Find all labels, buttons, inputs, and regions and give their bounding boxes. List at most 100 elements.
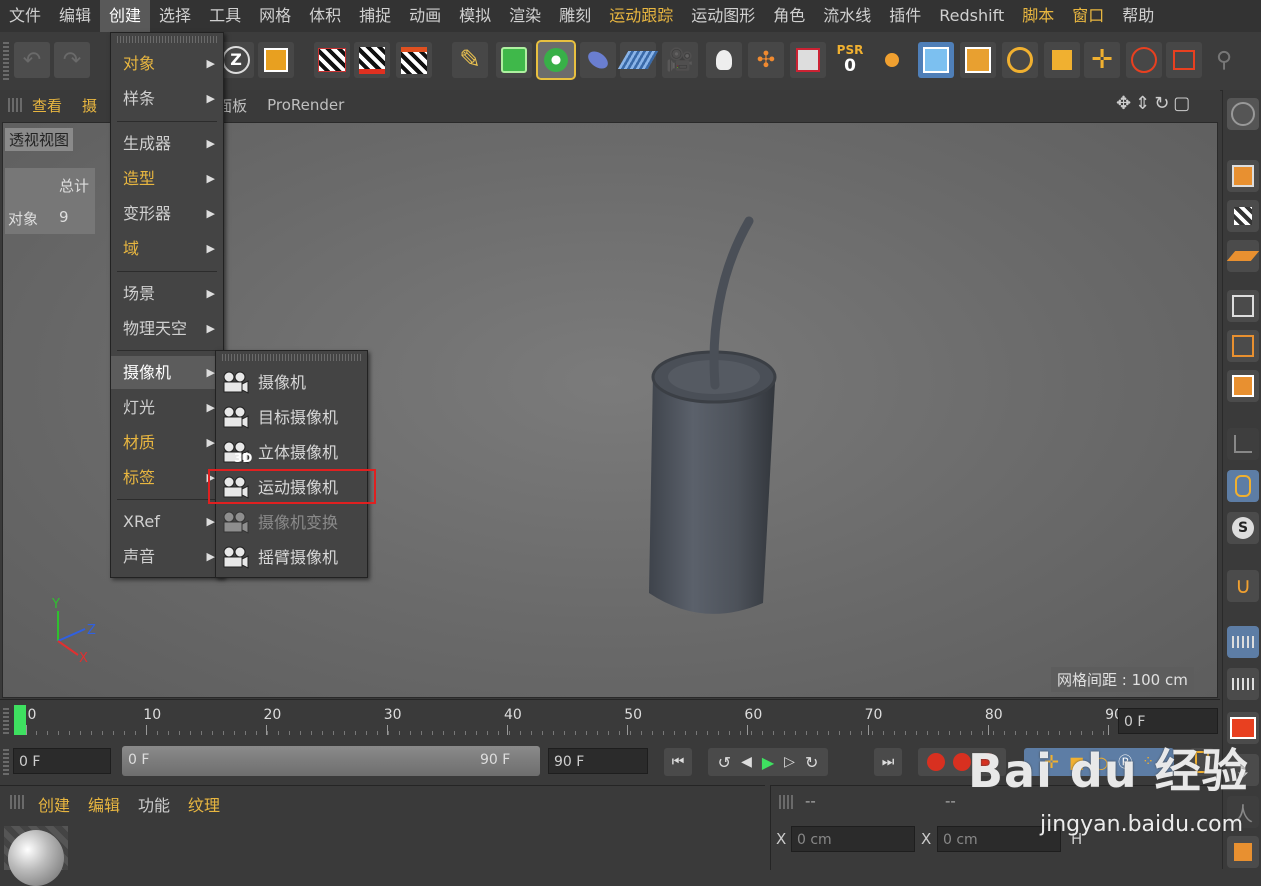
create-menu-item[interactable]: 样条 ▶: [111, 82, 223, 115]
menubar-item-2[interactable]: 创建: [100, 0, 151, 32]
menubar-item-13[interactable]: 运动图形: [682, 0, 764, 32]
dolly-icon[interactable]: ⇕: [1135, 93, 1154, 114]
floor-button[interactable]: [617, 42, 659, 78]
menubar-item-0[interactable]: 文件: [0, 0, 50, 32]
create-menu-item[interactable]: 造型 ▶: [111, 162, 223, 195]
menubar-item-8[interactable]: 动画: [400, 0, 450, 32]
planar-workplane-button[interactable]: [1227, 668, 1259, 700]
menubar-item-20[interactable]: 帮助: [1113, 0, 1163, 32]
move-tool-button[interactable]: ✛: [1084, 42, 1120, 78]
camera-button[interactable]: 🎥: [662, 42, 698, 78]
material-thumbnail[interactable]: [4, 826, 68, 886]
pan-icon[interactable]: ✥: [1116, 93, 1135, 114]
redo-button[interactable]: ↷: [54, 42, 90, 78]
lock-workplane-button[interactable]: [1227, 626, 1259, 658]
start-frame-field[interactable]: 0 F: [13, 748, 111, 774]
orbit-icon[interactable]: ↻: [1154, 93, 1173, 114]
create-menu-item[interactable]: 灯光 ▶: [111, 391, 223, 424]
menubar-item-7[interactable]: 捕捉: [350, 0, 400, 32]
camera-submenu-item[interactable]: 3D 立体摄像机: [216, 435, 367, 470]
box-button[interactable]: [1227, 836, 1259, 868]
material-menu-item-2[interactable]: 功能: [138, 792, 170, 816]
menubar-item-15[interactable]: 流水线: [814, 0, 880, 32]
maximize-icon[interactable]: ▢: [1173, 93, 1194, 114]
tweak-mode-button[interactable]: [1227, 470, 1259, 502]
snap-button[interactable]: S: [1227, 512, 1259, 544]
create-menu-item[interactable]: 域 ▶: [111, 232, 223, 265]
menubar-item-9[interactable]: 模拟: [450, 0, 500, 32]
create-menu-item[interactable]: 摄像机 ▶: [111, 356, 223, 389]
cylinder-object[interactable]: [649, 350, 777, 614]
menubar-item-3[interactable]: 选择: [150, 0, 200, 32]
light-button[interactable]: [706, 42, 742, 78]
texture-mode-button[interactable]: [1227, 200, 1259, 232]
go-to-end-button[interactable]: ⏭: [874, 748, 902, 776]
end-frame-field[interactable]: 90 F: [548, 748, 648, 774]
axis-mode-button[interactable]: [1227, 428, 1259, 460]
material-menu-item-0[interactable]: 创建: [38, 792, 70, 816]
coord-x-field[interactable]: 0 cm: [791, 826, 915, 852]
object-mode-button[interactable]: [960, 42, 996, 78]
menubar-item-14[interactable]: 角色: [764, 0, 814, 32]
points-mode-button[interactable]: [1227, 160, 1259, 192]
menubar-item-1[interactable]: 编辑: [50, 0, 100, 32]
menubar-item-11[interactable]: 雕刻: [550, 0, 600, 32]
timeline-playhead[interactable]: [14, 705, 26, 735]
render-settings-button[interactable]: [396, 42, 432, 78]
workplane-button[interactable]: [790, 42, 826, 78]
toolbar-grip[interactable]: [3, 40, 9, 80]
create-menu-item[interactable]: 材质 ▶: [111, 426, 223, 459]
cloner-button[interactable]: [536, 40, 576, 80]
camera-submenu-item[interactable]: 目标摄像机: [216, 400, 367, 435]
live-selection-button[interactable]: [1126, 42, 1162, 78]
create-menu-item[interactable]: 场景 ▶: [111, 277, 223, 310]
create-menu-item[interactable]: 标签 ▶: [111, 461, 223, 494]
record-icon[interactable]: [927, 753, 945, 771]
scale-mode-button[interactable]: [1044, 42, 1080, 78]
point-edit-button[interactable]: [1227, 290, 1259, 322]
create-menu-item[interactable]: 变形器 ▶: [111, 197, 223, 230]
pen-tool-button[interactable]: ✎: [452, 42, 488, 78]
scale-tool-button[interactable]: ✣: [748, 42, 784, 78]
polygon-edit-button[interactable]: [1227, 370, 1259, 402]
create-menu-item[interactable]: 物理天空 ▶: [111, 312, 223, 345]
menubar-item-17[interactable]: Redshift: [930, 0, 1013, 32]
rectangle-selection-button[interactable]: [1166, 42, 1202, 78]
menubar-item-5[interactable]: 网格: [250, 0, 300, 32]
rotate-tool-button[interactable]: [1002, 42, 1038, 78]
frame-range-slider[interactable]: 0 F 90 F: [122, 746, 540, 776]
edge-edit-button[interactable]: [1227, 330, 1259, 362]
go-to-start-button[interactable]: ⏮: [664, 748, 692, 776]
play-icon[interactable]: ▶: [762, 753, 774, 772]
menubar-item-4[interactable]: 工具: [200, 0, 250, 32]
menubar-item-18[interactable]: 脚本: [1013, 0, 1063, 32]
step-forward-icon[interactable]: ▷: [784, 754, 795, 770]
timeline-ruler[interactable]: 0 10 20 30 40 50 60 70 80 90: [14, 705, 1123, 735]
menubar-item-10[interactable]: 渲染: [500, 0, 550, 32]
menubar-item-19[interactable]: 窗口: [1063, 0, 1113, 32]
menubar-item-16[interactable]: 插件: [880, 0, 930, 32]
undo-button[interactable]: ↶: [14, 42, 50, 78]
viewport-menu-item-1[interactable]: 摄: [82, 95, 97, 116]
material-menu-item-3[interactable]: 纹理: [188, 792, 220, 816]
render-view-button[interactable]: [314, 42, 350, 78]
subdivision-surface-button[interactable]: [496, 42, 532, 78]
scripts-button[interactable]: [1227, 98, 1259, 130]
menubar-item-6[interactable]: 体积: [300, 0, 350, 32]
current-frame-field[interactable]: 0 F: [1118, 708, 1218, 734]
coord-grip[interactable]: [779, 795, 793, 809]
create-menu-item[interactable]: XRef ▶: [111, 505, 223, 538]
create-menu-item[interactable]: 对象 ▶: [111, 47, 223, 80]
ik-button[interactable]: ⚲: [1206, 42, 1242, 78]
timeline-grip[interactable]: [3, 708, 9, 734]
material-menu-item-1[interactable]: 编辑: [88, 792, 120, 816]
controls-grip[interactable]: [3, 749, 9, 775]
viewport-menu-item-5[interactable]: ProRender: [267, 96, 344, 114]
step-back-icon[interactable]: ◀: [741, 754, 752, 770]
material-grip[interactable]: [10, 795, 24, 809]
viewport-menu-item-0[interactable]: 查看: [32, 95, 62, 116]
camera-submenu-item[interactable]: 摄像机: [216, 365, 367, 400]
create-menu-item[interactable]: 声音 ▶: [111, 540, 223, 573]
psr-button[interactable]: PSR 0: [832, 42, 868, 78]
menubar-item-12[interactable]: 运动跟踪: [600, 0, 682, 32]
